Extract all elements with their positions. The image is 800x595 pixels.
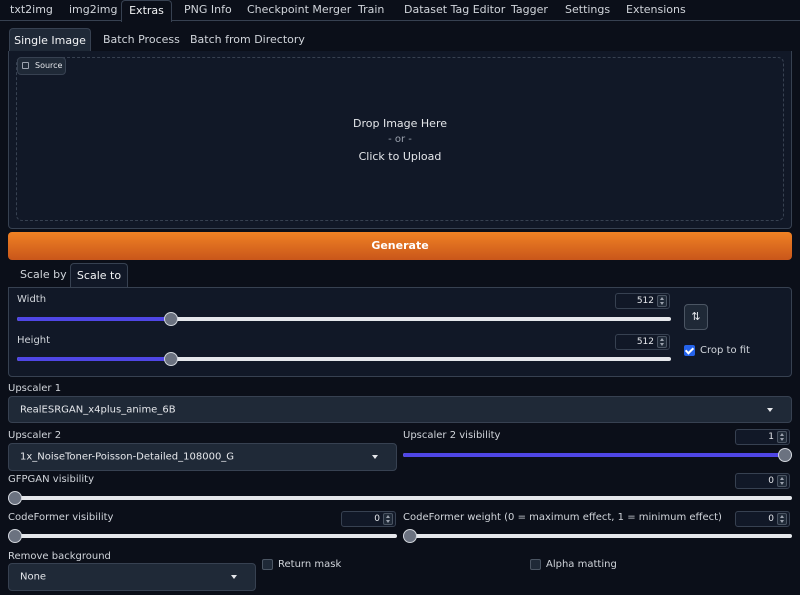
tab-scale-by[interactable]: Scale by xyxy=(20,268,67,281)
upscaler1-label: Upscaler 1 xyxy=(8,383,62,394)
scale-to-panel xyxy=(8,287,792,377)
upscaler2-visibility-label: Upscaler 2 visibility xyxy=(403,430,501,441)
swap-dimensions-button[interactable]: ⇅ xyxy=(684,304,708,330)
upscaler2-visibility-fill xyxy=(403,453,785,457)
crop-to-fit-label: Crop to fit xyxy=(700,345,750,356)
upscaler1-dropdown[interactable]: RealESRGAN_x4plus_anime_6B xyxy=(8,396,792,423)
swap-icon: ⇅ xyxy=(691,310,701,323)
codeformer-weight-handle[interactable] xyxy=(403,529,417,543)
image-icon xyxy=(22,62,29,69)
height-slider[interactable] xyxy=(17,352,671,366)
height-label: Height xyxy=(17,335,51,346)
width-slider-handle[interactable] xyxy=(164,312,178,326)
tab-settings[interactable]: Settings xyxy=(565,3,610,21)
upscaler2-dropdown[interactable]: 1x_NoiseToner-Poisson-Detailed_108000_G xyxy=(8,443,397,471)
generate-button[interactable]: Generate xyxy=(8,232,792,260)
chevron-down-icon xyxy=(767,407,773,412)
source-label: Source xyxy=(17,57,66,75)
return-mask-label: Return mask xyxy=(278,559,342,570)
gfpgan-visibility-spinner[interactable] xyxy=(777,475,787,487)
upscaler2-visibility-handle[interactable] xyxy=(778,448,792,462)
gfpgan-visibility-handle[interactable] xyxy=(8,491,22,505)
codeformer-weight-label: CodeFormer weight (0 = maximum effect, 1… xyxy=(403,512,722,523)
or-text: - or - xyxy=(388,134,412,145)
remove-background-value: None xyxy=(20,571,47,583)
codeformer-weight-spinner[interactable] xyxy=(777,513,787,525)
width-label: Width xyxy=(17,294,47,305)
gfpgan-visibility-slider[interactable] xyxy=(8,491,792,505)
codeformer-visibility-value: 0 xyxy=(374,514,380,524)
height-slider-fill xyxy=(17,357,171,361)
alpha-matting-checkbox[interactable] xyxy=(530,559,541,570)
main-tab-bar: txt2img img2img Extras PNG Info Checkpoi… xyxy=(0,0,800,22)
gfpgan-visibility-input[interactable]: 0 xyxy=(735,473,790,489)
codeformer-weight-input[interactable]: 0 xyxy=(735,511,790,527)
tab-txt2img[interactable]: txt2img xyxy=(10,3,53,21)
remove-background-dropdown[interactable]: None xyxy=(8,563,256,591)
chevron-down-icon xyxy=(372,455,378,459)
remove-background-label: Remove background xyxy=(8,551,111,562)
codeformer-visibility-label: CodeFormer visibility xyxy=(8,512,114,523)
drop-image-text: Drop Image Here xyxy=(353,117,447,130)
upscaler2-value: 1x_NoiseToner-Poisson-Detailed_108000_G xyxy=(20,451,235,463)
tab-scale-to[interactable]: Scale to xyxy=(70,263,128,288)
tab-img2img[interactable]: img2img xyxy=(69,3,118,21)
height-number-input[interactable]: 512 xyxy=(615,334,670,350)
codeformer-weight-slider[interactable] xyxy=(403,529,792,543)
tab-dataset-tag-editor[interactable]: Dataset Tag Editor xyxy=(404,3,505,21)
tab-tagger[interactable]: Tagger xyxy=(511,3,548,21)
tab-extras[interactable]: Extras xyxy=(121,0,172,22)
tab-batch-from-directory[interactable]: Batch from Directory xyxy=(190,33,305,46)
tab-single-image[interactable]: Single Image xyxy=(9,28,91,52)
upscaler2-visibility-spinner[interactable] xyxy=(777,431,787,443)
tab-png-info[interactable]: PNG Info xyxy=(184,3,232,21)
upscaler1-value: RealESRGAN_x4plus_anime_6B xyxy=(20,404,176,415)
tab-extensions[interactable]: Extensions xyxy=(626,3,686,21)
tab-train[interactable]: Train xyxy=(358,3,384,21)
crop-to-fit-checkbox[interactable] xyxy=(684,345,695,356)
source-label-text: Source xyxy=(35,61,63,70)
width-spinner[interactable] xyxy=(657,295,667,307)
width-number-input[interactable]: 512 xyxy=(615,293,670,309)
click-to-upload-text: Click to Upload xyxy=(358,150,442,163)
codeformer-visibility-handle[interactable] xyxy=(8,529,22,543)
height-spinner[interactable] xyxy=(657,336,667,348)
codeformer-visibility-slider[interactable] xyxy=(8,529,397,543)
height-value: 512 xyxy=(636,337,654,347)
width-value: 512 xyxy=(636,296,654,306)
upscaler2-label: Upscaler 2 xyxy=(8,430,62,441)
tab-checkpoint-merger[interactable]: Checkpoint Merger xyxy=(247,3,351,21)
alpha-matting-label: Alpha matting xyxy=(546,559,617,570)
codeformer-weight-value: 0 xyxy=(768,514,774,524)
width-slider[interactable] xyxy=(17,312,671,326)
return-mask-checkbox[interactable] xyxy=(262,559,273,570)
upscaler2-visibility-input[interactable]: 1 xyxy=(735,429,790,445)
gfpgan-visibility-label: GFPGAN visibility xyxy=(8,474,94,485)
codeformer-visibility-input[interactable]: 0 xyxy=(341,511,396,527)
tab-batch-process[interactable]: Batch Process xyxy=(103,33,180,46)
gfpgan-visibility-value: 0 xyxy=(768,476,774,486)
upscaler2-visibility-value: 1 xyxy=(768,432,774,442)
codeformer-visibility-spinner[interactable] xyxy=(383,513,393,525)
width-slider-fill xyxy=(17,317,171,321)
upscaler2-visibility-slider[interactable] xyxy=(403,448,792,462)
height-slider-handle[interactable] xyxy=(164,352,178,366)
chevron-down-icon xyxy=(231,575,237,579)
